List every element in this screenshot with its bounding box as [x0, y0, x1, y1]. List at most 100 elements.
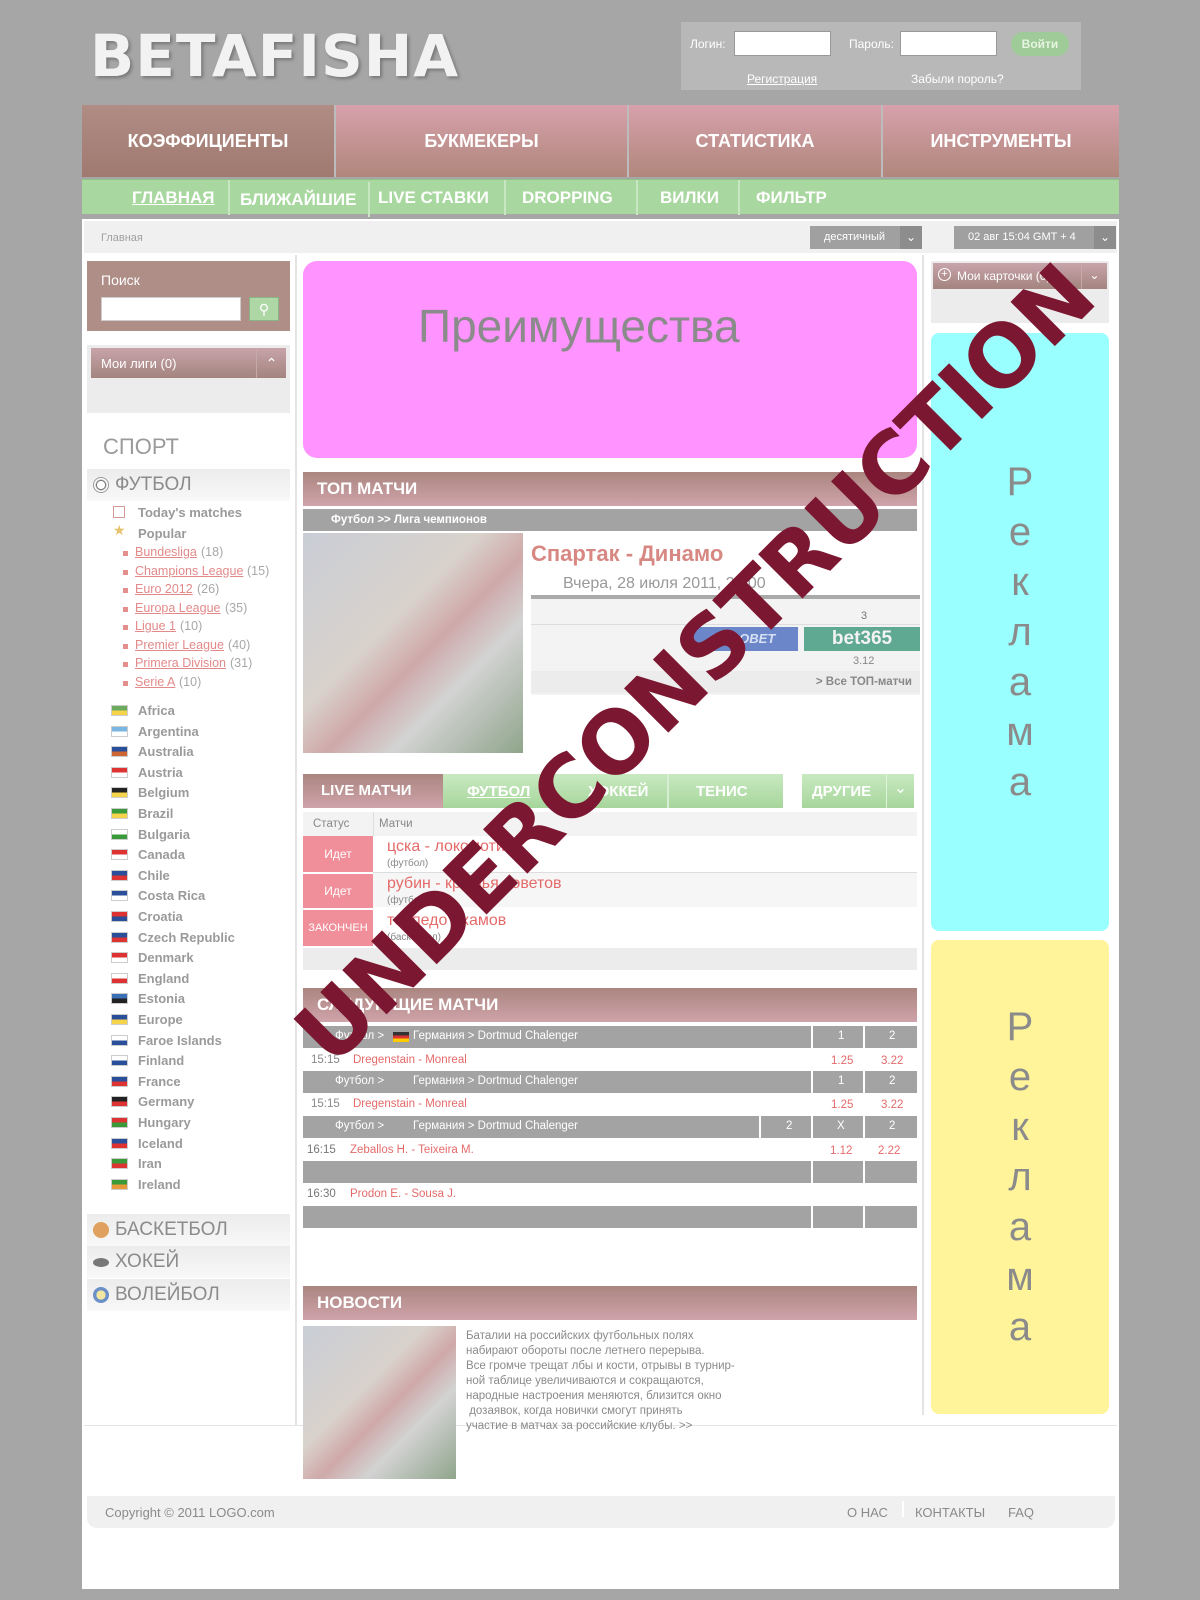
top-match-title[interactable]: Спартак - Динамо: [531, 541, 723, 567]
password-input[interactable]: [900, 31, 997, 56]
country-item[interactable]: Faroe Islands: [111, 1033, 286, 1051]
country-link[interactable]: Hungary: [138, 1115, 191, 1130]
country-link[interactable]: Iran: [138, 1156, 162, 1171]
country-item[interactable]: Africa: [111, 703, 286, 721]
next-odd[interactable]: 2.22: [878, 1145, 900, 1157]
footer-link-about[interactable]: О НАС: [847, 1505, 888, 1520]
sub-nav-arbitrage[interactable]: ВИЛКИ: [640, 180, 740, 215]
login-input[interactable]: [734, 31, 831, 56]
bookmaker-bet365-logo[interactable]: bet365: [804, 627, 920, 651]
next-match-link[interactable]: Zeballos H. - Teixeira M.: [350, 1144, 474, 1156]
country-item[interactable]: Australia: [111, 744, 286, 762]
next-group-path[interactable]: Футбол >: [335, 1120, 384, 1132]
sub-nav-dropping[interactable]: DROPPING: [508, 180, 638, 215]
sport-hockey[interactable]: ХОКЕЙ: [87, 1246, 290, 1278]
login-button[interactable]: Войти: [1011, 32, 1069, 56]
country-link[interactable]: Estonia: [138, 991, 185, 1006]
sub-nav-upcoming[interactable]: БЛИЖАЙШИЕ: [232, 182, 370, 217]
sub-nav-filter[interactable]: ФИЛЬТР: [742, 180, 842, 215]
country-item[interactable]: Iceland: [111, 1136, 286, 1154]
country-item[interactable]: Denmark: [111, 950, 286, 968]
ad-banner-bottom[interactable]: Реклама: [931, 940, 1109, 1414]
country-item[interactable]: Croatia: [111, 909, 286, 927]
sport-football[interactable]: ФУТБОЛ: [87, 469, 290, 501]
country-link[interactable]: Africa: [138, 703, 175, 718]
main-nav-tools[interactable]: ИНСТРУМЕНТЫ: [883, 105, 1119, 177]
next-odd[interactable]: 1.12: [830, 1145, 852, 1157]
country-link[interactable]: Denmark: [138, 950, 194, 965]
league-link[interactable]: Ligue 1: [135, 619, 176, 633]
search-input[interactable]: [101, 297, 241, 321]
country-link[interactable]: Czech Republic: [138, 930, 235, 945]
country-link[interactable]: Iceland: [138, 1136, 183, 1151]
advantages-banner[interactable]: Преимущества: [303, 261, 917, 458]
country-item[interactable]: Iran: [111, 1156, 286, 1174]
footer-link-faq[interactable]: FAQ: [1008, 1505, 1034, 1520]
todays-matches-link[interactable]: Today's matches: [138, 505, 242, 520]
next-odd[interactable]: 3.22: [881, 1055, 903, 1067]
country-link[interactable]: Australia: [138, 744, 194, 759]
news-photo[interactable]: [303, 1326, 456, 1479]
main-nav-odds[interactable]: КОЭФФИЦИЕНТЫ: [82, 105, 336, 177]
country-link[interactable]: Brazil: [138, 806, 173, 821]
forgot-password-link[interactable]: Забыли пороль?: [911, 72, 1004, 86]
main-nav-bookmakers[interactable]: БУКМЕКЕРЫ: [336, 105, 629, 177]
live-tab-tennis[interactable]: ТЕНИС: [696, 783, 748, 800]
search-button[interactable]: ⚲: [249, 297, 279, 321]
country-link[interactable]: Argentina: [138, 724, 199, 739]
plus-icon[interactable]: +: [938, 268, 951, 281]
country-item[interactable]: Belgium: [111, 785, 286, 803]
league-link[interactable]: Champions League: [135, 564, 243, 578]
league-link[interactable]: Premier League: [135, 638, 224, 652]
country-link[interactable]: Faroe Islands: [138, 1033, 222, 1048]
country-link[interactable]: Canada: [138, 847, 185, 862]
league-link[interactable]: Primera Division: [135, 656, 226, 670]
country-item[interactable]: Finland: [111, 1053, 286, 1071]
next-odd[interactable]: 3.22: [881, 1099, 903, 1111]
country-item[interactable]: Ireland: [111, 1177, 286, 1195]
live-tab-others[interactable]: ДРУГИЕ ⌄: [802, 774, 914, 808]
chevron-down-icon[interactable]: ⌄: [1094, 226, 1116, 249]
country-link[interactable]: Belgium: [138, 785, 189, 800]
country-item[interactable]: Chile: [111, 868, 286, 886]
news-more-link[interactable]: >>: [679, 1420, 692, 1432]
next-match-link[interactable]: Prodon E. - Sousa J.: [350, 1188, 456, 1200]
country-item[interactable]: Europe: [111, 1012, 286, 1030]
next-group-league[interactable]: Германия > Dortmud Chalenger: [413, 1075, 578, 1087]
chevron-down-icon[interactable]: ⌄: [900, 226, 922, 249]
country-item[interactable]: Canada: [111, 847, 286, 865]
country-link[interactable]: Chile: [138, 868, 170, 883]
country-item[interactable]: Costa Rica: [111, 888, 286, 906]
match-photo[interactable]: [303, 533, 523, 753]
main-nav-statistics[interactable]: СТАТИСТИКА: [629, 105, 883, 177]
country-link[interactable]: Croatia: [138, 909, 183, 924]
sport-volleyball[interactable]: ВОЛЕЙБОЛ: [87, 1279, 290, 1311]
country-link[interactable]: France: [138, 1074, 181, 1089]
next-group-league[interactable]: Германия > Dortmud Chalenger: [413, 1120, 578, 1132]
country-item[interactable]: Estonia: [111, 991, 286, 1009]
country-item[interactable]: Germany: [111, 1094, 286, 1112]
country-item[interactable]: England: [111, 971, 286, 989]
country-item[interactable]: Argentina: [111, 724, 286, 742]
breadcrumb[interactable]: Главная: [101, 232, 143, 244]
next-odd[interactable]: 1.25: [831, 1099, 853, 1111]
league-link[interactable]: Europa League: [135, 601, 221, 615]
chevron-down-icon[interactable]: ⌄: [886, 774, 914, 808]
top-match-odd[interactable]: 3.12: [853, 655, 874, 667]
sub-nav-home[interactable]: ГЛАВНАЯ: [132, 180, 230, 215]
league-link[interactable]: Bundesliga: [135, 545, 197, 559]
country-link[interactable]: Austria: [138, 765, 183, 780]
country-item[interactable]: Brazil: [111, 806, 286, 824]
next-group-league[interactable]: Германия > Dortmud Chalenger: [413, 1030, 578, 1042]
country-item[interactable]: France: [111, 1074, 286, 1092]
sport-basketball[interactable]: БАСКЕТБОЛ: [87, 1214, 290, 1246]
country-link[interactable]: Ireland: [138, 1177, 181, 1192]
country-item[interactable]: Czech Republic: [111, 930, 286, 948]
sub-nav-live-bets[interactable]: LIVE СТАВКИ: [372, 180, 506, 215]
my-leagues-header[interactable]: Мои лиги (0) ⌃: [91, 348, 286, 378]
all-top-matches-link[interactable]: > Все ТОП-матчи: [816, 676, 912, 688]
league-link[interactable]: Euro 2012: [135, 582, 193, 596]
odds-format-select[interactable]: десятичный: [810, 226, 900, 249]
league-link[interactable]: Serie A: [135, 675, 175, 689]
next-odd[interactable]: 1.25: [831, 1055, 853, 1067]
